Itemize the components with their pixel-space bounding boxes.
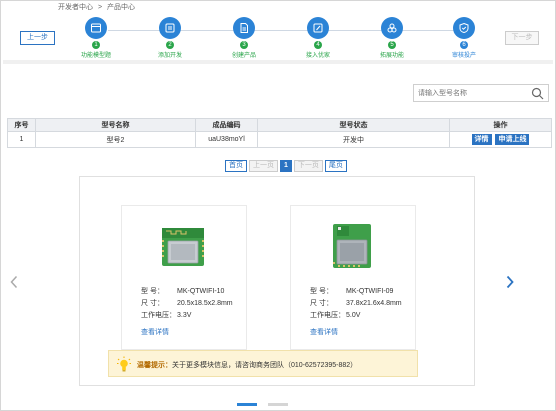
column-header-model-name: 型号名称: [35, 118, 196, 132]
cell-index: 1: [7, 131, 36, 148]
prev-step-button[interactable]: 上一步: [20, 31, 55, 45]
pager-current-page[interactable]: 1: [280, 160, 292, 172]
tip-title: 温馨提示：: [137, 362, 172, 369]
step-2-circle: [159, 17, 181, 39]
cell-actions: 详情 申请上线: [449, 131, 552, 148]
module-card[interactable]: 型 号： MK-QTWIFI-10 尺 寸： 20.5x18.5x2.8mm 工作电…: [121, 205, 247, 350]
column-header-product-code: 成品编码: [195, 118, 258, 132]
voltage-value: 5.0V: [346, 312, 361, 319]
wifi-module-image: [333, 224, 371, 268]
wifi-module-image: [162, 228, 204, 266]
extension-icon: [387, 23, 397, 33]
breadcrumb-separator: >: [97, 4, 103, 11]
step-4[interactable]: 4 接入优家: [288, 17, 348, 59]
step-1[interactable]: 1 功能模型题: [66, 17, 126, 59]
step-5[interactable]: 5 拓展功能: [362, 17, 422, 59]
step-5-circle: [381, 17, 403, 39]
model-label: 型 号：: [141, 288, 164, 295]
size-label: 尺 寸：: [141, 300, 164, 307]
carousel-indicator-active[interactable]: [237, 403, 257, 406]
cell-product-code: uaU38moYl: [195, 131, 258, 148]
step-6[interactable]: 6 审核投产: [434, 17, 494, 59]
step-5-label: 拓展功能: [379, 53, 404, 59]
edit-icon: [313, 23, 323, 33]
model-value: MK-QTWIFI-09: [346, 288, 394, 295]
document-icon: [240, 23, 248, 33]
size-label: 尺 寸：: [310, 300, 333, 307]
step-6-label: 审核投产: [451, 53, 476, 59]
arrow-right-icon[interactable]: [505, 275, 515, 289]
module-card[interactable]: 型 号： MK-QTWIFI-09 尺 寸： 37.8x21.6x4.8mm 工作电…: [290, 205, 416, 350]
table-header-row: 序号 型号名称 成品编码 型号状态 操作: [7, 118, 552, 132]
voltage-label: 工作电压：: [141, 312, 176, 319]
step-2-label: 添加开发: [157, 53, 182, 59]
detail-button[interactable]: 详情: [471, 134, 492, 145]
step-3-number: 3: [240, 41, 248, 49]
table-row: 1 型号2 uaU38moYl 开发中 详情 申请上线: [7, 131, 552, 148]
model-label: 型 号：: [310, 288, 333, 295]
step-3[interactable]: 3 创建产品: [214, 17, 274, 59]
step-1-label: 功能模型题: [80, 53, 111, 59]
model-search-box: [413, 84, 549, 102]
step-1-number: 1: [92, 41, 100, 49]
cell-model-name: 型号2: [35, 131, 196, 148]
tip-message: 关于更多模块信息，请咨询商务团队（010-62572395-882）: [172, 362, 358, 369]
calendar-icon: [165, 23, 175, 33]
pager-prev-button[interactable]: 上一页: [249, 160, 278, 172]
step-4-label: 接入优家: [305, 53, 330, 59]
apply-online-button[interactable]: 申请上线: [495, 134, 530, 145]
size-value: 20.5x18.5x2.8mm: [177, 300, 233, 307]
tip-banner: 温馨提示：关于更多模块信息，请咨询商务团队（010-62572395-882）: [108, 350, 418, 377]
step-6-circle: [453, 17, 475, 39]
pager-next-button[interactable]: 下一页: [293, 160, 323, 172]
step-3-circle: [233, 17, 255, 39]
pager-first-button[interactable]: 首页: [225, 160, 247, 172]
module-spec: 型 号： MK-QTWIFI-10 尺 寸： 20.5x18.5x2.8mm 工作电…: [141, 286, 233, 322]
module-spec: 型 号： MK-QTWIFI-09 尺 寸： 37.8x21.6x4.8mm 工作电…: [310, 286, 402, 322]
size-value: 37.8x21.6x4.8mm: [346, 300, 402, 307]
breadcrumb: 开发者中心 > 产品中心: [58, 2, 138, 12]
column-header-index: 序号: [7, 118, 36, 132]
step-4-circle: [307, 17, 329, 39]
pagination: 首页 上一页 1 下一页 尾页: [225, 160, 347, 172]
model-search-input[interactable]: [418, 87, 528, 100]
carousel-indicator[interactable]: [268, 403, 288, 406]
next-step-button[interactable]: 下一步: [505, 31, 539, 45]
step-2[interactable]: 2 添加开发: [140, 17, 200, 59]
lightbulb-icon: [117, 356, 131, 372]
step-2-number: 2: [166, 41, 174, 49]
model-value: MK-QTWIFI-10: [177, 288, 225, 295]
step-3-label: 创建产品: [231, 53, 256, 59]
view-details-link[interactable]: 查看详情: [310, 327, 338, 337]
step-4-number: 4: [314, 41, 322, 49]
step-6-number: 6: [460, 41, 468, 49]
shield-icon: [459, 22, 469, 34]
column-header-actions: 操作: [449, 118, 552, 132]
step-1-circle: [85, 17, 107, 39]
arrow-left-icon[interactable]: [9, 275, 19, 289]
model-table: 序号 型号名称 成品编码 型号状态 操作 1 型号2 uaU38moYl 开发中…: [7, 118, 552, 148]
window-icon: [91, 23, 101, 33]
voltage-value: 3.3V: [177, 312, 192, 319]
search-icon[interactable]: [531, 87, 544, 100]
tip-text: 温馨提示：关于更多模块信息，请咨询商务团队（010-62572395-882）: [137, 360, 357, 370]
breadcrumb-item-product-center: 产品中心: [107, 4, 135, 11]
breadcrumb-item-developer-center[interactable]: 开发者中心: [58, 4, 93, 11]
column-header-model-status: 型号状态: [257, 118, 450, 132]
step-5-number: 5: [388, 41, 396, 49]
voltage-label: 工作电压：: [310, 312, 345, 319]
module-carousel: 型 号： MK-QTWIFI-10 尺 寸： 20.5x18.5x2.8mm 工作电…: [79, 176, 475, 386]
view-details-link[interactable]: 查看详情: [141, 327, 169, 337]
pager-last-button[interactable]: 尾页: [324, 160, 347, 172]
cell-model-status: 开发中: [257, 131, 450, 148]
